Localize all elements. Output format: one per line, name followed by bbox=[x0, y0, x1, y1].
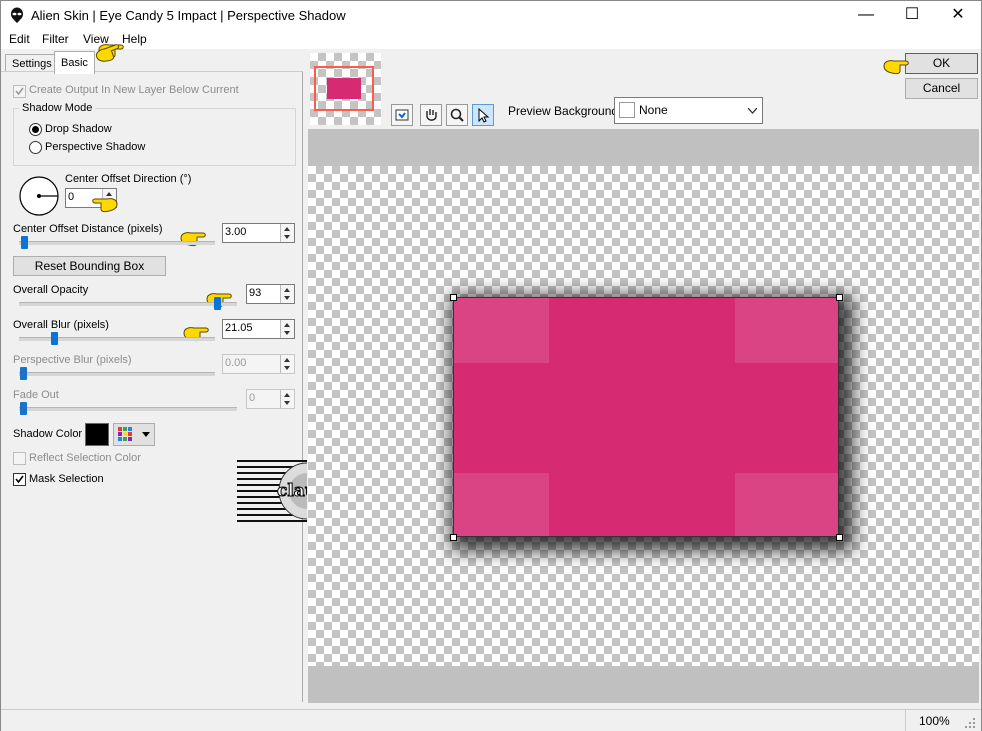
center-offset-direction-label: Center Offset Direction (°) bbox=[65, 173, 192, 185]
zoom-icon bbox=[450, 108, 464, 122]
fade-out-thumb[interactable] bbox=[20, 402, 27, 415]
perspective-blur-label: Perspective Blur (pixels) bbox=[13, 354, 132, 366]
status-divider bbox=[905, 710, 906, 731]
fade-out-value: 0 bbox=[249, 392, 256, 404]
perspective-blur-thumb[interactable] bbox=[20, 367, 27, 380]
arrow-select-icon bbox=[478, 107, 490, 123]
overall-blur-slider[interactable] bbox=[19, 337, 215, 341]
close-button[interactable]: ✕ bbox=[935, 1, 981, 29]
center-offset-distance-label: Center Offset Distance (pixels) bbox=[13, 223, 163, 235]
overall-blur-thumb[interactable] bbox=[51, 332, 58, 345]
tab-basic[interactable]: Basic bbox=[54, 51, 95, 74]
bbox-handle[interactable] bbox=[836, 534, 843, 541]
overall-opacity-label: Overall Opacity bbox=[13, 284, 89, 296]
bbox-handle[interactable] bbox=[450, 534, 457, 541]
menu-edit[interactable]: Edit bbox=[9, 32, 30, 46]
reset-bounding-box-button[interactable]: Reset Bounding Box bbox=[13, 256, 166, 276]
color-grid-icon bbox=[118, 427, 132, 441]
bounding-box[interactable] bbox=[453, 297, 839, 537]
overall-opacity-value: 93 bbox=[249, 287, 262, 299]
pan-tool[interactable] bbox=[420, 104, 442, 126]
chevron-down-icon bbox=[748, 108, 757, 114]
menu-filter[interactable]: Filter bbox=[42, 32, 69, 46]
checkmark-icon bbox=[15, 87, 24, 96]
mask-selection-label: Mask Selection bbox=[29, 473, 104, 485]
menu-help[interactable]: Help bbox=[122, 32, 147, 46]
chevron-down-icon bbox=[142, 432, 150, 437]
create-output-label: Create Output In New Layer Below Current bbox=[29, 84, 239, 96]
title-bar: Alien Skin | Eye Candy 5 Impact | Perspe… bbox=[1, 1, 981, 29]
select-tool[interactable] bbox=[472, 104, 494, 126]
drop-shadow-label: Drop Shadow bbox=[45, 123, 112, 135]
create-output-checkbox[interactable] bbox=[13, 85, 26, 98]
drop-shadow-radio[interactable] bbox=[29, 123, 42, 136]
preview-background-value: None bbox=[639, 103, 668, 117]
overall-blur-label: Overall Blur (pixels) bbox=[13, 319, 109, 331]
fade-out-slider[interactable] bbox=[19, 407, 237, 411]
zoom-tool[interactable] bbox=[446, 104, 468, 126]
bbox-handle[interactable] bbox=[836, 294, 843, 301]
center-offset-distance-value: 3.00 bbox=[225, 226, 247, 238]
window-title: Alien Skin | Eye Candy 5 Impact | Perspe… bbox=[31, 8, 346, 23]
overall-opacity-thumb[interactable] bbox=[214, 297, 221, 310]
reflect-selection-color-label: Reflect Selection Color bbox=[29, 452, 141, 464]
mask-selection-checkbox[interactable] bbox=[13, 473, 26, 486]
overall-blur-value: 21.05 bbox=[225, 322, 253, 334]
resize-grip-icon[interactable] bbox=[964, 718, 976, 730]
reflect-selection-color-checkbox[interactable] bbox=[13, 452, 26, 465]
shadow-mode-group bbox=[13, 108, 296, 166]
perspective-blur-spinner[interactable]: 0.00 bbox=[222, 354, 295, 374]
perspective-blur-slider[interactable] bbox=[19, 372, 215, 376]
pointing-hand-icon bbox=[92, 198, 118, 213]
shadow-color-label: Shadow Color bbox=[13, 428, 83, 440]
hand-preview-tool[interactable] bbox=[391, 104, 413, 126]
overall-opacity-slider[interactable] bbox=[19, 302, 237, 306]
dialog-window: Alien Skin | Eye Candy 5 Impact | Perspe… bbox=[0, 0, 982, 731]
direction-dial[interactable] bbox=[17, 174, 61, 218]
center-offset-direction-value: 0 bbox=[68, 191, 75, 203]
hand-pan-icon bbox=[426, 109, 437, 121]
perspective-blur-value: 0.00 bbox=[225, 357, 247, 369]
perspective-shadow-label: Perspective Shadow bbox=[45, 141, 146, 153]
hand-preview-icon bbox=[395, 109, 409, 121]
pointing-hand-icon bbox=[883, 60, 909, 75]
ok-button[interactable]: OK bbox=[905, 53, 978, 74]
bbox-handle[interactable] bbox=[450, 294, 457, 301]
preview-background-select[interactable]: None bbox=[614, 97, 763, 124]
shadow-mode-label: Shadow Mode bbox=[19, 102, 96, 114]
fade-out-label: Fade Out bbox=[13, 389, 59, 401]
minimize-button[interactable]: — bbox=[843, 1, 889, 29]
shadow-color-swatch[interactable] bbox=[85, 423, 109, 446]
overall-blur-spinner[interactable]: 21.05 bbox=[222, 319, 295, 339]
alien-skin-app-icon bbox=[11, 7, 23, 23]
zoom-level: 100% bbox=[919, 714, 950, 728]
cancel-button[interactable]: Cancel bbox=[905, 78, 978, 99]
perspective-shadow-radio[interactable] bbox=[29, 141, 42, 154]
maximize-button[interactable]: ☐ bbox=[889, 1, 935, 29]
overall-opacity-spinner[interactable]: 93 bbox=[246, 284, 295, 304]
color-palette-dropdown[interactable] bbox=[113, 423, 155, 446]
fade-out-spinner[interactable]: 0 bbox=[246, 389, 295, 409]
center-offset-distance-thumb[interactable] bbox=[21, 236, 28, 249]
preview-background-label: Preview Background: bbox=[508, 104, 622, 118]
checkmark-icon bbox=[15, 475, 24, 484]
status-bar: 100% bbox=[1, 709, 981, 731]
none-swatch-icon bbox=[619, 102, 635, 118]
basic-settings-panel: Create Output In New Layer Below Current… bbox=[1, 71, 373, 702]
center-offset-distance-slider[interactable] bbox=[19, 241, 215, 245]
center-offset-distance-spinner[interactable]: 3.00 bbox=[222, 223, 295, 243]
thumbnail-shape bbox=[327, 78, 361, 99]
menu-bar: Edit Filter View Help bbox=[1, 29, 981, 49]
